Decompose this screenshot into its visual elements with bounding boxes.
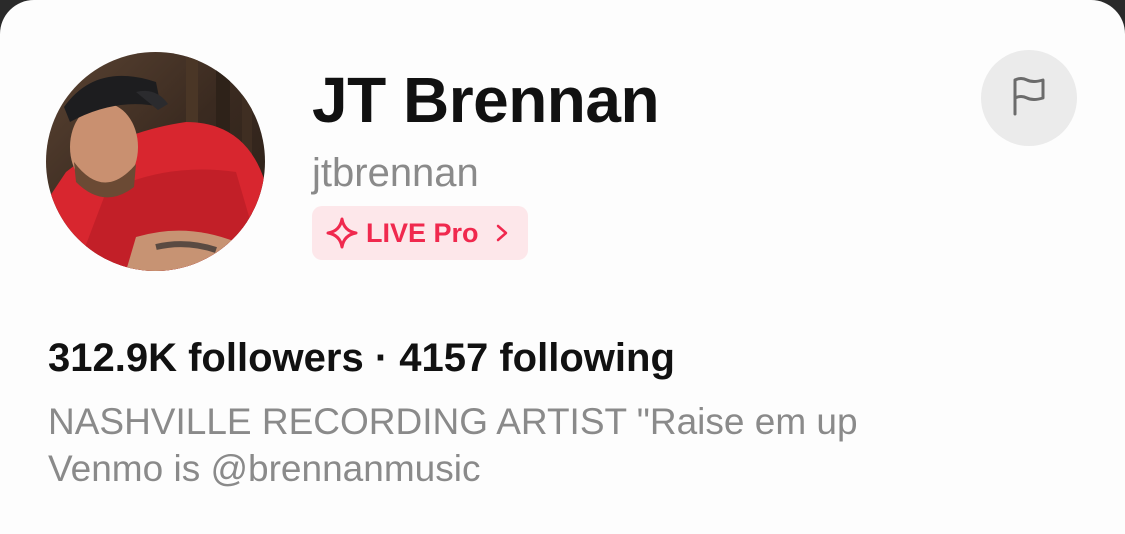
following-count[interactable]: 4157 following bbox=[399, 336, 675, 380]
chevron-right-icon bbox=[495, 223, 509, 243]
report-button[interactable] bbox=[981, 50, 1077, 146]
follow-stats: 312.9K followers · 4157 following bbox=[48, 334, 675, 382]
display-name: JT Brennan bbox=[312, 64, 660, 136]
bio-line: NASHVILLE RECORDING ARTIST "Raise em up bbox=[48, 401, 858, 442]
avatar-photo bbox=[46, 52, 265, 271]
profile-card: JT Brennan jtbrennan LIVE Pro 312.9K fol… bbox=[0, 0, 1125, 534]
live-pro-label: LIVE Pro bbox=[366, 217, 479, 248]
sparkle-icon bbox=[326, 217, 358, 249]
bio: NASHVILLE RECORDING ARTIST "Raise em up … bbox=[48, 398, 1088, 492]
live-pro-badge[interactable]: LIVE Pro bbox=[312, 206, 528, 260]
stats-separator: · bbox=[374, 336, 389, 380]
avatar[interactable] bbox=[46, 52, 265, 271]
followers-count[interactable]: 312.9K followers bbox=[48, 336, 364, 380]
flag-icon bbox=[1007, 74, 1051, 123]
username: jtbrennan bbox=[312, 151, 479, 195]
bio-line: Venmo is @brennanmusic bbox=[48, 448, 481, 489]
